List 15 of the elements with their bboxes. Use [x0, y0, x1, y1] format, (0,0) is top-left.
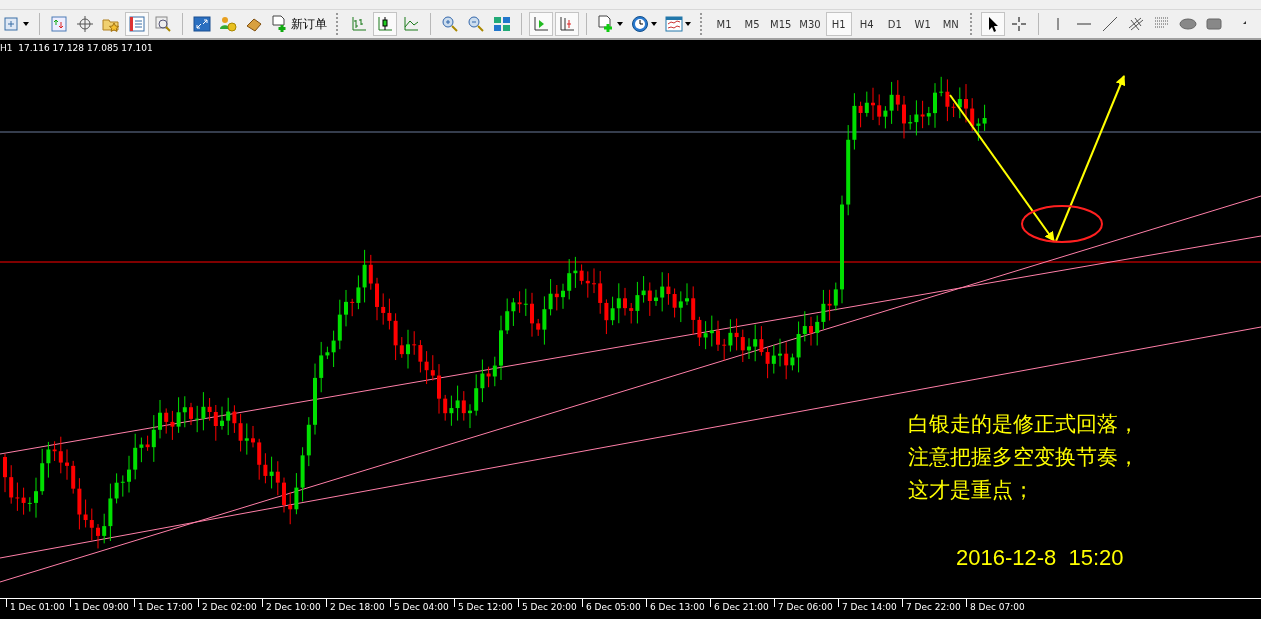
timeframe-button[interactable]: MN [937, 12, 964, 36]
timeframe-button[interactable]: H1 [825, 12, 852, 36]
timeframe-button[interactable]: W1 [909, 12, 936, 36]
new-order-button[interactable]: 新订单 [268, 12, 330, 36]
annotation-text: 注意把握多空变换节奏， [908, 444, 1139, 471]
timeframe-button[interactable]: M30 [796, 12, 824, 36]
timeframe-button[interactable]: M1 [711, 12, 737, 36]
price-header: H1 17.116 17.128 17.085 17.101 [0, 43, 153, 53]
timeframe-button[interactable]: M15 [767, 12, 795, 36]
timeframe-button[interactable]: D1 [881, 12, 908, 36]
timeframe-button[interactable]: H4 [853, 12, 880, 36]
timestamp-text: 2016-12-8 15:20 [956, 545, 1124, 571]
annotation-text: 白银走的是修正式回落， [908, 411, 1139, 438]
annotation-text: 这才是重点； [908, 477, 1035, 504]
timeframe-button[interactable]: M5 [739, 12, 765, 36]
